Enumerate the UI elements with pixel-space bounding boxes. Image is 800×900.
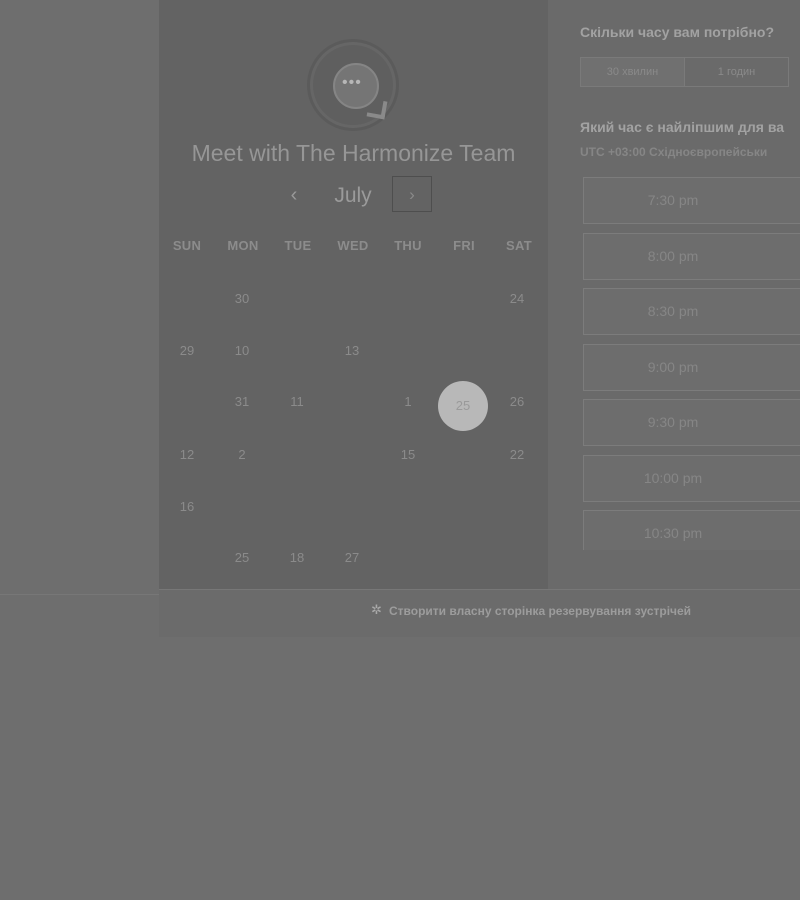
calendar-day[interactable]: 25 [222,548,262,568]
weekday-label: TUE [284,238,312,253]
weekday-header: SUN MON TUE WED THU FRI SAT [159,238,548,258]
divider [0,594,159,595]
weekday-label: SAT [506,238,532,253]
weekday-label: WED [337,238,369,253]
calendar-day[interactable]: 31 [222,392,262,412]
calendar-day[interactable]: 12 [167,445,207,465]
time-slot-button[interactable]: 8:30 pm [583,288,800,335]
time-slot-button[interactable]: 9:00 pm [583,344,800,391]
calendar-day[interactable]: 16 [167,497,207,517]
calendar-day-selected[interactable]: 25 [438,381,488,431]
time-slot-button[interactable]: 7:30 pm [583,177,800,224]
month-label: July [334,184,372,207]
time-slot-button[interactable]: 8:00 pm [583,233,800,280]
time-slot-button[interactable]: 9:30 pm [583,399,800,446]
calendar-day[interactable]: 27 [332,548,372,568]
calendar-day[interactable]: 24 [497,289,537,309]
calendar-day[interactable]: 26 [497,392,537,412]
prev-month-button[interactable]: ‹ [279,181,309,209]
weekday-label: THU [394,238,422,253]
time-slot-button[interactable]: 10:00 pm [583,455,800,502]
page-title: Meet with The Harmonize Team [191,140,516,166]
duration-question: Скільки часу вам потрібно? [580,24,775,40]
time-slot-button[interactable]: 10:30 pm [583,510,800,550]
team-logo: ••• [313,45,393,125]
time-question: Який час є найліпшим для ва [580,119,785,135]
duration-selector: 30 хвилин 1 годин [580,57,789,87]
weekday-label: SUN [172,238,202,253]
calendar-day[interactable]: 1 [388,392,428,412]
calendar-day[interactable]: 10 [222,341,262,361]
duration-option-1h[interactable]: 1 годин [685,58,788,86]
calendar-day[interactable]: 15 [388,445,428,465]
calendar-day[interactable]: 18 [277,548,317,568]
calendar-day[interactable]: 2 [222,445,262,465]
calendar-day[interactable]: 29 [167,341,207,361]
sprocket-icon: ✲ [371,602,382,617]
timezone-label[interactable]: UTC +03:00 Східноєвропейськи [580,145,767,159]
calendar-day[interactable]: 13 [332,341,372,361]
calendar-day[interactable]: 11 [277,392,317,412]
weekday-label: FRI [453,238,475,253]
duration-option-30min[interactable]: 30 хвилин [581,58,685,86]
create-booking-page-link[interactable]: Створити власну сторінка резервування зу… [389,604,691,618]
weekday-label: MON [227,238,259,253]
calendar-day[interactable]: 30 [222,289,262,309]
calendar-day[interactable]: 22 [497,445,537,465]
next-month-button[interactable]: › [392,176,432,212]
